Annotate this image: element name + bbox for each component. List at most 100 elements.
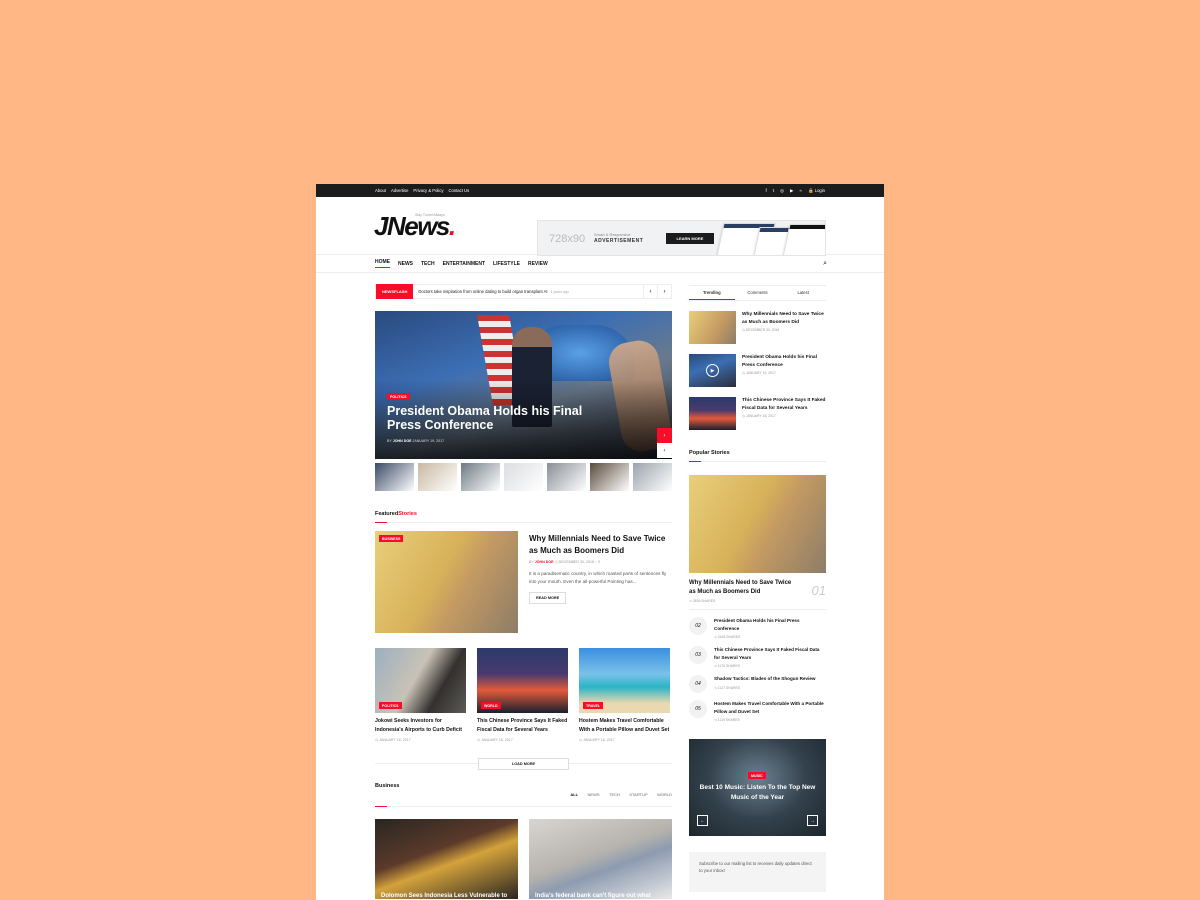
trending-item: This Chinese Province Says It Faked Fisc… xyxy=(689,397,826,430)
hero-thumbnail[interactable] xyxy=(375,463,414,491)
top-link-privacy[interactable]: Privacy & Policy xyxy=(413,188,443,193)
hero-thumbnail[interactable] xyxy=(547,463,586,491)
music-title[interactable]: Best 10 Music: Listen To the Top New Mus… xyxy=(697,783,818,803)
trending-text: This Chinese Province Says It Faked Fisc… xyxy=(742,397,826,430)
music-category-badge[interactable]: MUSIC xyxy=(748,772,766,779)
login-label: Login xyxy=(814,187,825,193)
tab-trending[interactable]: Trending xyxy=(689,286,735,300)
tab-news[interactable]: NEWS xyxy=(588,792,600,797)
nav-review[interactable]: REVIEW xyxy=(528,261,548,267)
newsflash-headline[interactable]: Doctors take inspiration from online dat… xyxy=(418,289,547,294)
story-title[interactable]: Jokowi Seeks Investors for Indonesia's A… xyxy=(375,717,466,735)
popular-item: 02 President Obama Holds his Final Press… xyxy=(689,617,826,639)
trending-title[interactable]: President Obama Holds his Final Press Co… xyxy=(742,354,826,369)
clock-icon: ◷ xyxy=(742,414,745,418)
hero-thumbnail[interactable] xyxy=(633,463,672,491)
hero-thumbnail[interactable] xyxy=(461,463,500,491)
top-link-contact[interactable]: Contact Us xyxy=(448,188,469,193)
business-card-title[interactable]: India's federal bank can't figure out wh… xyxy=(535,893,651,899)
nav-home[interactable]: HOME xyxy=(375,259,390,268)
hero-thumbnail[interactable] xyxy=(504,463,543,491)
ad-learn-more-button[interactable]: LEARN MORE xyxy=(666,233,714,244)
featured-image[interactable]: BUSINESS xyxy=(375,531,518,633)
trending-date: ◷ DECEMBER 30, 2016 xyxy=(742,328,826,332)
story-category-badge[interactable]: TRAVEL xyxy=(583,702,604,709)
twitter-icon[interactable]: t xyxy=(773,188,774,193)
story-category-badge[interactable]: WORLD xyxy=(481,702,501,709)
popular-first-title[interactable]: Why Millennials Need to Save Twice as Mu… xyxy=(689,579,794,596)
tab-latest[interactable]: Latest xyxy=(780,286,826,300)
story-title[interactable]: This Chinese Province Says It Faked Fisc… xyxy=(477,717,568,735)
popular-title[interactable]: This Chinese Province Says It Faked Fisc… xyxy=(714,646,826,661)
popular-title[interactable]: Hostem Makes Travel Comfortable With a P… xyxy=(714,700,826,715)
top-link-about[interactable]: About xyxy=(375,188,386,193)
nav-news[interactable]: NEWS xyxy=(398,261,413,267)
ad-banner[interactable]: 728x90 Smart & Responsive ADVERTISEMENT … xyxy=(537,220,826,256)
trending-image[interactable]: ▶ xyxy=(689,354,736,387)
hero-slider[interactable]: POLITICS President Obama Holds his Final… xyxy=(375,311,672,459)
hero-thumbnail[interactable] xyxy=(418,463,457,491)
hero-author[interactable]: JOHN DOE xyxy=(393,439,412,443)
trending-title[interactable]: This Chinese Province Says It Faked Fisc… xyxy=(742,397,826,412)
featured-author[interactable]: JOHN DOE xyxy=(535,560,554,564)
story-image[interactable]: TRAVEL xyxy=(579,648,670,713)
nav-lifestyle[interactable]: LIFESTYLE xyxy=(493,261,520,267)
hero-category-badge[interactable]: POLITICS xyxy=(387,393,410,400)
read-more-button[interactable]: READ MORE xyxy=(529,591,567,604)
story-date-text: JANUARY 18, 2017 xyxy=(481,737,513,742)
story-category-badge[interactable]: POLITICS xyxy=(379,702,402,709)
trending-title[interactable]: Why Millennials Need to Save Twice as Mu… xyxy=(742,311,826,326)
top-link-advertise[interactable]: Advertise xyxy=(391,188,408,193)
tab-comments[interactable]: Comments xyxy=(735,286,781,300)
tab-world[interactable]: WORLD xyxy=(657,792,672,797)
clock-icon: ◷ xyxy=(554,560,558,564)
nav-tech[interactable]: TECH xyxy=(421,261,435,267)
load-more-row: LOAD MORE xyxy=(375,757,672,775)
chevron-right-icon[interactable]: › xyxy=(657,428,672,443)
newsflash-label: NEWSFLASH xyxy=(376,284,414,299)
chevron-left-icon[interactable]: ‹ xyxy=(657,443,672,458)
trending-item: ▶ President Obama Holds his Final Press … xyxy=(689,354,826,387)
instagram-icon[interactable]: ◎ xyxy=(780,188,784,194)
rss-icon[interactable]: ≈ xyxy=(799,188,801,193)
story-image[interactable]: POLITICS xyxy=(375,648,466,713)
popular-title[interactable]: Shadow Tactics: Blades of the Shogun Rev… xyxy=(714,675,816,683)
popular-featured-image[interactable] xyxy=(689,475,826,573)
tab-tech[interactable]: TECH xyxy=(609,792,620,797)
popular-rank: 03 xyxy=(689,646,707,664)
login-link[interactable]: 🔒 Login xyxy=(808,188,825,194)
facebook-icon[interactable]: f xyxy=(766,188,767,193)
featured-section-title: FeaturedStories xyxy=(375,511,672,523)
popular-title[interactable]: President Obama Holds his Final Press Co… xyxy=(714,617,826,632)
featured-title[interactable]: Why Millennials Need to Save Twice as Mu… xyxy=(529,533,672,557)
youtube-icon[interactable]: ▶ xyxy=(790,188,793,194)
sidebar-tabs: Trending Comments Latest xyxy=(689,285,826,301)
hero-thumbnail[interactable] xyxy=(590,463,629,491)
featured-category-badge[interactable]: BUSINESS xyxy=(379,535,404,542)
business-card-title[interactable]: Dolomon Sees Indonesia Less Vulnerable t… xyxy=(381,893,507,899)
music-feature[interactable]: MUSIC Best 10 Music: Listen To the Top N… xyxy=(689,739,826,836)
chevron-left-icon[interactable]: ‹ xyxy=(643,285,657,299)
business-card[interactable]: India's federal bank can't figure out wh… xyxy=(529,818,672,899)
share-icon: ⋖ xyxy=(714,685,717,690)
trending-date-text: JANUARY 18, 2017 xyxy=(745,414,776,418)
arrow-left-icon[interactable]: ← xyxy=(697,815,708,826)
trending-image[interactable] xyxy=(689,311,736,344)
story-image[interactable]: WORLD xyxy=(477,648,568,713)
share-count-text: 2835 SHARES xyxy=(692,599,716,603)
lock-icon: 🔒 xyxy=(807,187,814,193)
chevron-right-icon[interactable]: › xyxy=(657,285,671,299)
load-more-button[interactable]: LOAD MORE xyxy=(478,757,569,770)
business-card[interactable]: Dolomon Sees Indonesia Less Vulnerable t… xyxy=(375,818,518,899)
hero-title[interactable]: President Obama Holds his Final Press Co… xyxy=(387,404,587,432)
tab-all[interactable]: ALL xyxy=(570,792,578,797)
trending-image[interactable] xyxy=(689,397,736,430)
logo-dot: . xyxy=(448,211,456,241)
nav-entertainment[interactable]: ENTERTAINMENT xyxy=(443,261,485,267)
story-title[interactable]: Hostem Makes Travel Comfortable With a P… xyxy=(579,717,670,735)
tab-startup[interactable]: STARTUP xyxy=(629,792,647,797)
search-icon[interactable]: ⌕ xyxy=(823,260,827,268)
play-icon[interactable]: ▶ xyxy=(706,364,719,377)
arrow-right-icon[interactable]: → xyxy=(807,815,818,826)
ad-title: ADVERTISEMENT xyxy=(594,238,644,244)
